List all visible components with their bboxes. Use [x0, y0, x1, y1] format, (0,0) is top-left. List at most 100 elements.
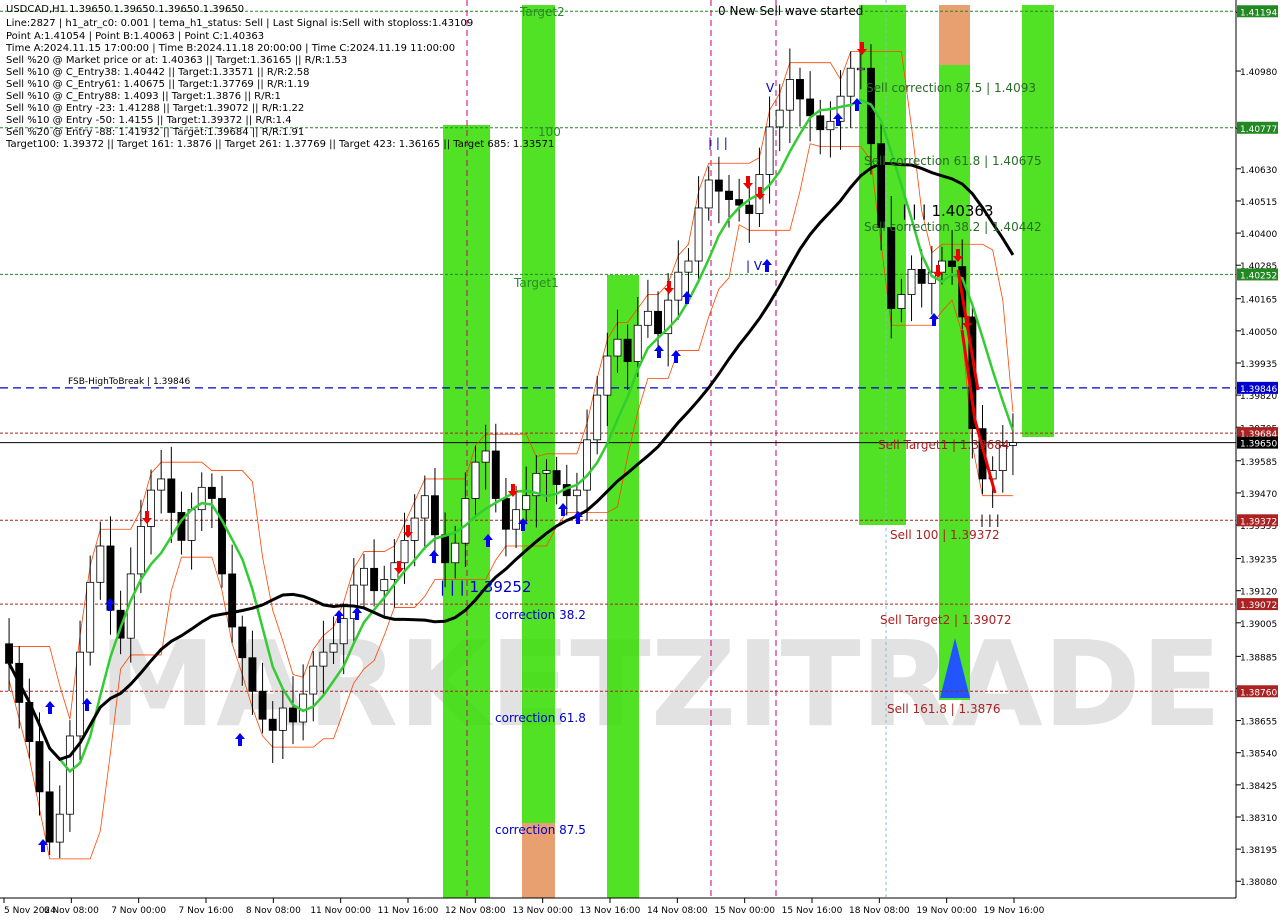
- x-tick-label-8: 13 Nov 00:00: [512, 906, 573, 916]
- header-line-3: Time A:2024.11.15 17:00:00 | Time B:2024…: [5, 43, 455, 54]
- y-tick-label-7: 1.40165: [1240, 296, 1277, 306]
- candle-body-49: [501, 498, 510, 530]
- header-line-10: Sell %20 @ Entry -88: 1.41932 || Target:…: [6, 127, 304, 138]
- header-line-9: Sell %10 @ Entry -50: 1.4155 || Target:1…: [6, 115, 292, 126]
- candle-body-25: [258, 690, 267, 720]
- candle-body-87: [887, 227, 896, 309]
- candle-body-32: [329, 643, 338, 653]
- candle-body-90: [917, 269, 926, 284]
- candle-body-66: [674, 271, 683, 301]
- annotation-sell-1618: Sell 161.8 | 1.3876: [887, 702, 1001, 716]
- y-tick-label-13: 1.39470: [1240, 490, 1277, 500]
- candle-body-51: [522, 495, 531, 511]
- x-tick-label-13: 18 Nov 08:00: [849, 906, 910, 916]
- candle-body-19: [197, 486, 206, 511]
- candle-body-44: [451, 542, 460, 564]
- candle-body-89: [907, 269, 916, 295]
- candle-body-54: [552, 470, 561, 485]
- y-tick-label-16: 1.39120: [1240, 588, 1277, 598]
- header-line-5: Sell %10 @ C_Entry38: 1.40442 || Target:…: [6, 67, 309, 78]
- header-line-6: Sell %10 @ C_Entry61: 1.40675 || Target:…: [6, 79, 309, 90]
- header-line-1: Line:2827 | h1_atr_c0: 0.001 | tema_h1_s…: [6, 18, 473, 29]
- y-tick-label-18: 1.38885: [1240, 653, 1277, 663]
- candle-body-78: [796, 79, 804, 100]
- header-line-2: Point A:1.41054 | Point B:1.40063 | Poin…: [6, 31, 264, 42]
- candle-body-76: [775, 109, 784, 128]
- annotation-new-sell: 0 New Sell wave started: [718, 4, 863, 18]
- annotation-sell-target2: Sell Target2 | 1.39072: [880, 613, 1012, 627]
- candle-body-15: [157, 478, 166, 491]
- annotation-b-point: | | | 1.39252: [440, 578, 532, 596]
- watermark: MARKETZITRADE: [99, 615, 1222, 753]
- candle-body-33: [339, 618, 348, 645]
- candle-body-83: [846, 67, 855, 97]
- annotation-v-mark: V: [766, 81, 775, 95]
- y-tick-label-23: 1.38310: [1240, 814, 1277, 824]
- header-line-4: Sell %20 @ Market price or at: 1.40363 |…: [6, 55, 347, 66]
- y-tick-label-4: 1.40515: [1240, 198, 1277, 208]
- y-tick-label-8: 1.40050: [1240, 328, 1277, 338]
- candle-body-60: [613, 338, 622, 357]
- price-tag-5: 1.39650: [1240, 440, 1277, 450]
- chart-background: [0, 0, 1280, 920]
- candle-body-5: [55, 813, 64, 843]
- candle-body-59: [603, 355, 612, 396]
- price-tag-7: 1.39072: [1240, 601, 1277, 611]
- y-tick-label-22: 1.38425: [1240, 782, 1277, 792]
- x-tick-label-3: 7 Nov 16:00: [179, 906, 234, 916]
- annotation-sell-corr-618: Sell correction 61.8 | 1.40675: [864, 154, 1042, 168]
- y-tick-label-25: 1.38080: [1240, 878, 1277, 888]
- y-tick-label-24: 1.38195: [1240, 846, 1277, 856]
- candle-body-20: [207, 486, 216, 499]
- candle-body-53: [542, 470, 551, 474]
- y-tick-label-3: 1.40630: [1240, 166, 1277, 176]
- candle-body-84: [856, 67, 865, 71]
- chart-canvas: MARKETZITRADE FSB-HighToBreak | 1.39846: [0, 0, 1280, 920]
- x-tick-label-15: 19 Nov 16:00: [984, 906, 1045, 916]
- candle-body-63: [643, 310, 652, 326]
- y-tick-label-9: 1.39935: [1240, 360, 1277, 370]
- header-line-11: Target100: 1.39372 || Target 161: 1.3876…: [5, 139, 554, 150]
- candle-body-18: [187, 509, 196, 541]
- candle-body-64: [654, 310, 662, 335]
- candle-body-39: [400, 540, 409, 564]
- candle-body-22: [228, 573, 237, 628]
- candle-body-23: [238, 626, 247, 659]
- candle-body-81: [826, 120, 835, 131]
- candle-body-70: [714, 179, 723, 192]
- price-tag-0: 1.41194: [1240, 8, 1277, 18]
- candle-body-13: [136, 526, 145, 575]
- zone-green-3: [607, 275, 639, 898]
- candle-body-24: [248, 657, 257, 692]
- annotation-marks-bottom: | | |: [980, 513, 1000, 527]
- candle-body-57: [583, 439, 591, 491]
- y-tick-label-12: 1.39585: [1240, 458, 1277, 468]
- x-tick-label-6: 11 Nov 16:00: [378, 906, 439, 916]
- price-tag-6: 1.39372: [1240, 517, 1277, 527]
- candle-body-75: [765, 126, 774, 175]
- annotation-marks-top: | | |: [708, 136, 728, 150]
- candle-body-88: [897, 294, 906, 309]
- x-tick-label-1: 6 Nov 08:00: [44, 906, 99, 916]
- annotation-corr-618: correction 61.8: [495, 711, 586, 725]
- candle-body-48: [491, 450, 500, 499]
- chart: MARKETZITRADE FSB-HighToBreak | 1.39846: [0, 0, 1280, 920]
- candle-body-3: [35, 741, 44, 793]
- candle-body-41: [420, 495, 429, 519]
- annotation-target1: Target1: [513, 276, 559, 290]
- candle-body-61: [623, 338, 632, 363]
- level-label-3: FSB-HighToBreak | 1.39846: [68, 377, 190, 387]
- y-tick-label-20: 1.38655: [1240, 718, 1277, 728]
- annotation-sell-100: Sell 100 | 1.39372: [890, 528, 1000, 542]
- candle-body-43: [441, 534, 450, 564]
- annotation-c-point: | | | 1.40363: [902, 202, 994, 220]
- x-tick-label-7: 12 Nov 08:00: [445, 906, 506, 916]
- candle-body-4: [45, 791, 54, 843]
- candle-body-27: [278, 707, 287, 731]
- x-tick-label-4: 8 Nov 08:00: [246, 906, 301, 916]
- price-tag-3: 1.39846: [1240, 385, 1277, 395]
- candle-body-99: [1008, 442, 1017, 446]
- candle-body-36: [370, 567, 379, 592]
- x-tick-label-10: 14 Nov 08:00: [647, 906, 708, 916]
- annotation-marks-mid: | V: [746, 259, 763, 273]
